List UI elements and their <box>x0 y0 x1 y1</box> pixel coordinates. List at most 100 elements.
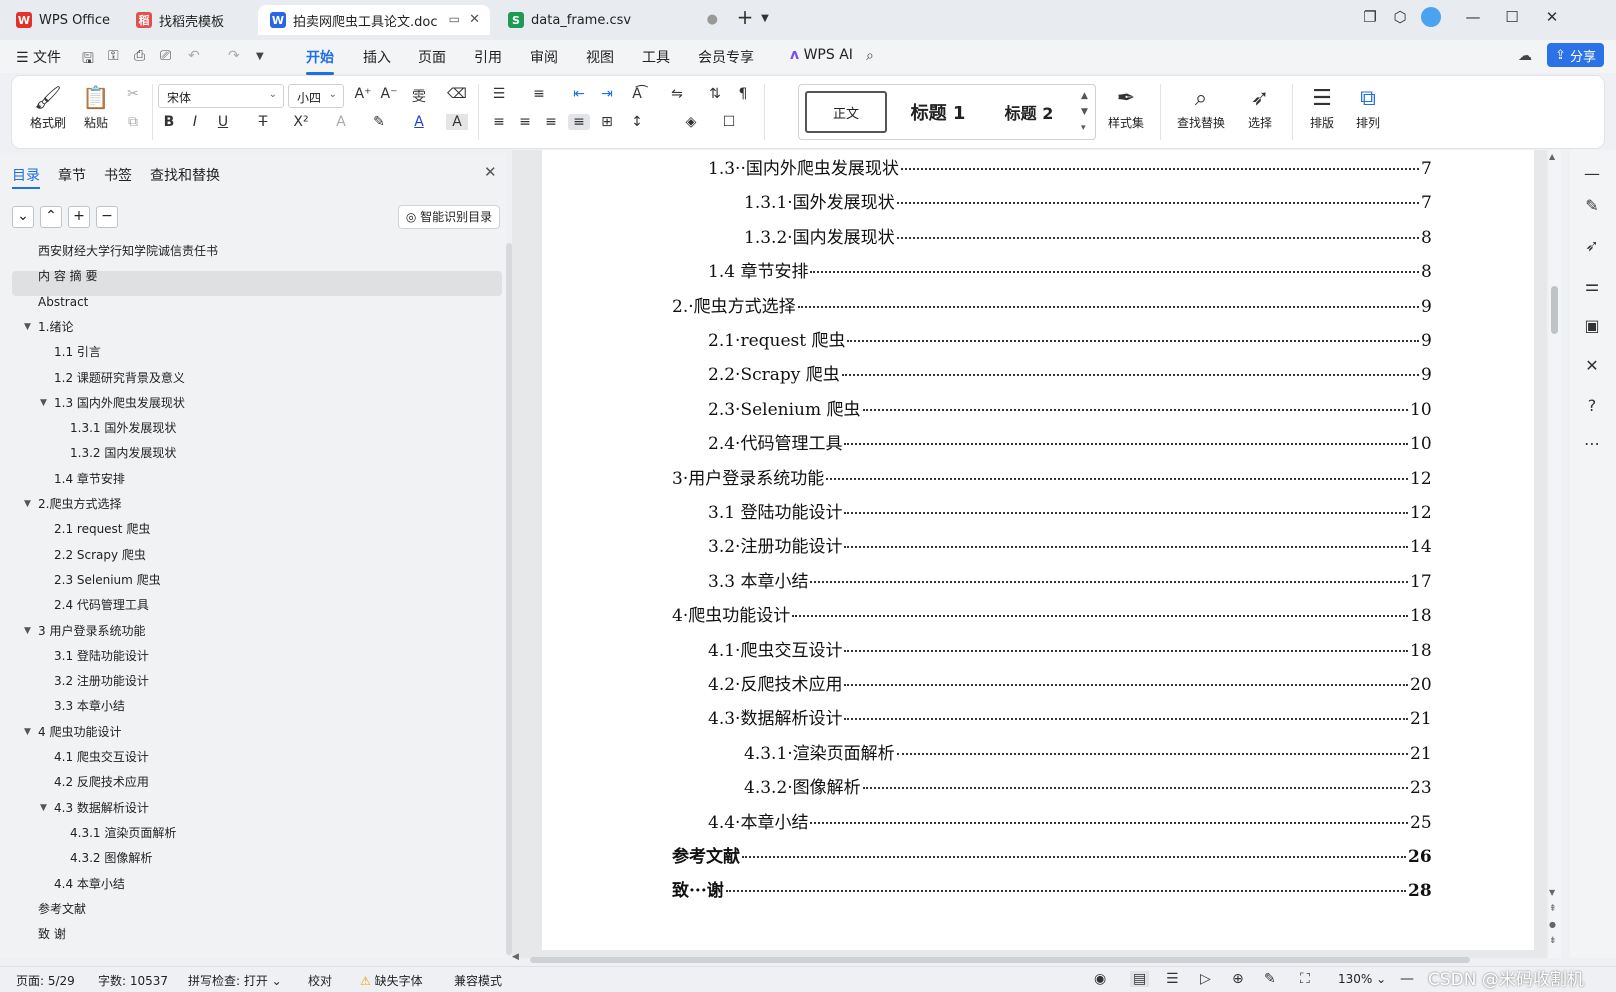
page-indicator[interactable]: 页面: 5/29 <box>16 972 75 989</box>
toc-item[interactable]: 参考文献 <box>38 897 86 921</box>
italic-icon[interactable]: I <box>184 114 206 130</box>
bullet-list-icon[interactable]: ☰ <box>488 86 510 102</box>
tab-document[interactable]: W 拍卖网爬虫工具论文.doc ▭ ✕ <box>258 5 490 35</box>
fit-page-icon[interactable]: ⛶ <box>1300 971 1310 987</box>
toc-entry[interactable]: 3·用户登录系统功能 12 <box>672 462 1432 496</box>
find-replace-button[interactable]: ⌕ 查找替换 <box>1168 84 1234 131</box>
menu-member[interactable]: 会员专享 <box>698 47 754 67</box>
search-icon[interactable]: ⌕ <box>866 48 874 64</box>
vertical-scrollbar[interactable] <box>1549 150 1561 958</box>
toc-item[interactable]: 4.4 本章小结 <box>54 872 125 896</box>
cut-icon[interactable]: ✂ <box>122 86 144 102</box>
chevron-down-icon[interactable]: ▼ <box>750 13 780 24</box>
image-tool-icon[interactable]: ▣ <box>1581 316 1603 335</box>
font-size-select[interactable]: 小四 ⌄ <box>288 84 344 108</box>
char-shading-icon[interactable]: A <box>446 114 468 130</box>
highlight-icon[interactable]: ✎ <box>368 114 390 130</box>
vertical-scroll-thumb[interactable] <box>1551 286 1558 334</box>
page-view-icon[interactable]: ▤ <box>1130 971 1150 987</box>
toc-item[interactable]: 1.1 引言 <box>54 340 101 364</box>
toc-entry[interactable]: 2.3·Selenium 爬虫 10 <box>708 393 1432 427</box>
play-icon[interactable]: ▷ <box>1200 971 1211 987</box>
tab-dot-icon[interactable]: ● <box>707 12 718 27</box>
toc-entry[interactable]: 3.1 登陆功能设计 12 <box>708 496 1432 530</box>
browse-object-icon[interactable]: ● <box>1549 920 1556 929</box>
toc-item[interactable]: 1.3.2 国内发展现状 <box>70 441 176 465</box>
sort-icon[interactable]: ⇅ <box>704 86 726 102</box>
expand-arrow-icon[interactable]: ▼ <box>40 391 47 415</box>
style-normal[interactable]: 正文 <box>805 91 887 133</box>
align-right-icon[interactable]: ≡ <box>540 114 562 130</box>
help-icon[interactable]: ? <box>1581 396 1603 415</box>
toc-item[interactable]: 3.3 本章小结 <box>54 694 125 718</box>
chevron-up-icon[interactable]: ▲ <box>1081 91 1088 101</box>
toc-promote-button[interactable]: ⌃ <box>40 206 62 228</box>
toc-entry[interactable]: 4.4·本章小结 25 <box>708 806 1432 840</box>
toc-item[interactable]: 致 谢 <box>38 922 66 946</box>
line-spacing-icon[interactable]: ↕ <box>626 114 648 130</box>
document-page[interactable]: 1.3··国内外爬虫发展现状 7 1.3.1·国外发展现状 7 1.3.2·国内发展现状… <box>542 150 1534 950</box>
smart-toc-button[interactable]: ◎ 智能识别目录 <box>398 205 500 229</box>
toc-item[interactable]: 3.2 注册功能设计 <box>54 669 149 693</box>
menu-review[interactable]: 审阅 <box>530 47 558 67</box>
sidebar-tab-bookmarks[interactable]: 书签 <box>104 165 132 185</box>
chevron-down-icon[interactable]: ▼ <box>1081 107 1088 117</box>
avatar[interactable] <box>1416 7 1446 31</box>
maximize-icon[interactable]: ☐ <box>1497 8 1527 26</box>
expand-arrow-icon[interactable]: ▼ <box>24 315 31 339</box>
toc-item[interactable]: Abstract <box>38 290 88 314</box>
arrange-button[interactable]: ⧉ 排列 <box>1346 84 1390 131</box>
menu-page[interactable]: 页面 <box>418 47 446 67</box>
redo-icon[interactable]: ↷ <box>228 48 240 64</box>
toc-entry[interactable]: 4.2·反爬技术应用 20 <box>708 668 1432 702</box>
strikethrough-icon[interactable]: T <box>252 114 274 130</box>
print-icon[interactable]: ⎙ <box>134 48 145 64</box>
toc-entry[interactable]: 参考文献 26 <box>672 840 1432 874</box>
menu-insert[interactable]: 插入 <box>363 47 391 67</box>
font-family-select[interactable]: 宋体 ⌄ <box>158 84 284 108</box>
expand-arrow-icon[interactable]: ▼ <box>24 492 31 516</box>
toc-entry[interactable]: 2.·爬虫方式选择 9 <box>672 290 1432 324</box>
toc-item[interactable]: 1.3.1 国外发展现状 <box>70 416 176 440</box>
tab-csv[interactable]: S data_frame.csv ● <box>496 5 728 35</box>
toc-item[interactable]: 4.3.2 图像解析 <box>70 846 152 870</box>
bold-icon[interactable]: B <box>158 114 180 130</box>
toc-item[interactable]: 4.1 爬虫交互设计 <box>54 745 149 769</box>
distributed-icon[interactable]: ⊞ <box>596 114 618 130</box>
toc-entry[interactable]: 1.4 章节安排 8 <box>708 255 1432 289</box>
close-window-icon[interactable]: ✕ <box>1537 8 1567 26</box>
scroll-up-icon[interactable]: ▲ <box>1549 152 1555 161</box>
copy-icon[interactable]: ⧉ <box>122 114 144 130</box>
scroll-left-icon[interactable]: ◀ <box>512 952 519 962</box>
toc-item[interactable]: ▼ 4.3 数据解析设计 <box>40 796 149 820</box>
spell-check-toggle[interactable]: 拼写检查: 打开 ⌄ <box>188 972 282 989</box>
expand-arrow-icon[interactable]: ▼ <box>24 720 31 744</box>
toc-item[interactable]: ▼ 3 用户登录系统功能 <box>24 619 145 643</box>
cube-icon[interactable]: ⬡ <box>1385 8 1415 26</box>
eye-icon[interactable]: ◉ <box>1094 971 1106 987</box>
style-set-button[interactable]: ✒ 样式集 <box>1098 84 1154 131</box>
toc-entry[interactable]: 3.2·注册功能设计 14 <box>708 530 1432 564</box>
tools-icon[interactable]: ✕ <box>1581 356 1603 375</box>
quick-access-more-icon[interactable]: ▼ <box>256 51 264 62</box>
expand-gallery-icon[interactable]: ▾ <box>1081 123 1086 133</box>
outline-view-icon[interactable]: ☰ <box>1166 971 1179 987</box>
undo-icon[interactable]: ↶ <box>188 48 200 64</box>
toc-item[interactable]: 2.2 Scrapy 爬虫 <box>54 543 146 567</box>
next-page-icon[interactable]: ⇟ <box>1549 936 1557 946</box>
underline-icon[interactable]: U <box>212 114 234 130</box>
toc-item[interactable]: ▼ 2.爬虫方式选择 <box>24 492 121 516</box>
horizontal-scrollbar[interactable] <box>530 957 1470 963</box>
tab-docer-templates[interactable]: 稻 找稻壳模板 <box>124 5 250 35</box>
window-restore-icon[interactable]: ▭ <box>449 12 460 26</box>
toc-item[interactable]: 2.3 Selenium 爬虫 <box>54 568 161 592</box>
tab-wps-office[interactable]: W WPS Office <box>4 5 116 35</box>
grow-font-icon[interactable]: A⁺ <box>352 86 374 102</box>
expand-arrow-icon[interactable]: ▼ <box>40 796 47 820</box>
toc-entry[interactable]: 2.2·Scrapy 爬虫 9 <box>708 358 1432 392</box>
toc-item[interactable]: 内 容 摘 要 <box>38 264 97 288</box>
cloud-icon[interactable]: ☁ <box>1518 48 1532 64</box>
show-marks-icon[interactable]: ¶ <box>732 86 754 102</box>
web-view-icon[interactable]: ⊕ <box>1232 971 1244 987</box>
text-direction-icon[interactable]: A͡ <box>626 86 648 102</box>
